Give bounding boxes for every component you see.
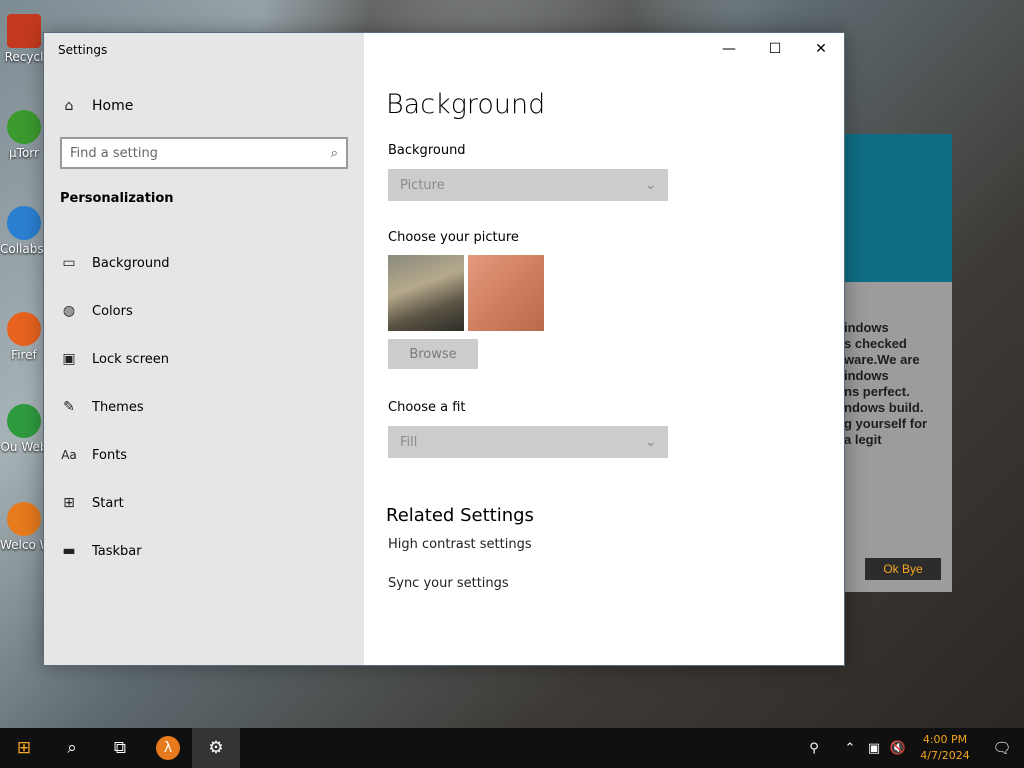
maximize-button[interactable]: ☐	[752, 33, 798, 65]
high-contrast-link[interactable]: High contrast settings	[388, 537, 532, 552]
desktop-icon-firefox[interactable]: Firef	[0, 312, 48, 362]
sidebar-item-colors[interactable]: ◍ Colors	[60, 287, 170, 335]
related-settings-title: Related Settings	[386, 505, 534, 526]
chevron-up-icon[interactable]: ⌃	[838, 741, 862, 756]
sidebar: Settings ⌂ Home ⌕ Personalization ▭ Back…	[44, 33, 364, 665]
taskbar-icon: ▬	[62, 543, 76, 559]
chevron-down-icon: ⌄	[645, 177, 656, 193]
desktop-icon-recycle[interactable]: Recycl	[0, 14, 48, 64]
search-box[interactable]: ⌕	[60, 137, 348, 169]
search-icon: ⌕	[67, 738, 77, 758]
picture-icon: ▭	[62, 255, 76, 271]
close-icon: ✕	[815, 41, 827, 57]
sidebar-item-background[interactable]: ▭ Background	[60, 239, 169, 287]
clock[interactable]: 4:00 PM 4/7/2024	[916, 732, 974, 764]
page-title: Background	[386, 89, 546, 120]
clock-date: 4/7/2024	[920, 749, 970, 762]
sidebar-item-taskbar[interactable]: ▬ Taskbar	[60, 527, 170, 575]
sidebar-item-lock-screen[interactable]: ▣ Lock screen	[60, 335, 170, 383]
sync-settings-link[interactable]: Sync your settings	[388, 576, 509, 591]
system-tray: ⚲ ⌃ ▣ 🔇 4:00 PM 4/7/2024 🗨	[802, 728, 1024, 768]
home-label: Home	[92, 98, 134, 114]
windows-logo-icon: ⊞	[16, 738, 32, 758]
minimize-button[interactable]: —	[706, 33, 752, 65]
firefox-icon	[7, 312, 41, 346]
themes-icon: ✎	[63, 399, 75, 415]
task-view-icon: ⧉	[113, 738, 127, 758]
desktop-icon-utorrent[interactable]: µTorr	[0, 110, 48, 160]
search-input[interactable]	[70, 145, 331, 161]
globe-icon	[7, 206, 41, 240]
network-icon[interactable]: ▣	[862, 741, 886, 756]
browse-button[interactable]: Browse	[388, 339, 478, 369]
lock-screen-icon: ▣	[62, 351, 76, 367]
popup-header	[844, 134, 952, 282]
task-view-button[interactable]: ⧉	[96, 728, 144, 768]
nav-list: ▭ Background ◍ Colors ▣ Lock screen ✎ Th…	[60, 239, 170, 575]
sidebar-item-start[interactable]: ⊞ Start	[60, 479, 170, 527]
ok-bye-button[interactable]: Ok Bye	[865, 558, 941, 580]
maximize-icon: ☐	[768, 41, 782, 57]
minimize-icon: —	[722, 41, 736, 57]
half-life-icon	[7, 502, 41, 536]
gear-icon: ⚙	[208, 738, 224, 758]
search-button[interactable]: ⌕	[48, 728, 96, 768]
start-icon: ⊞	[63, 495, 75, 511]
desktop-icon-web[interactable]: Ou Web	[0, 404, 48, 454]
people-icon[interactable]: ⚲	[802, 741, 826, 756]
background-dropdown[interactable]: Picture ⌄	[388, 169, 668, 201]
choose-picture-label: Choose your picture	[388, 230, 519, 245]
background-value: Picture	[400, 177, 445, 193]
search-icon[interactable]: ⌕	[331, 146, 338, 161]
sidebar-item-themes[interactable]: ✎ Themes	[60, 383, 170, 431]
nav-home[interactable]: ⌂ Home	[60, 97, 134, 115]
palette-icon: ◍	[62, 303, 76, 319]
section-title: Personalization	[60, 191, 174, 206]
utorrent-icon	[7, 110, 41, 144]
notification-icon[interactable]: 🗨	[980, 739, 1024, 757]
half-life-taskbar-button[interactable]: λ	[144, 728, 192, 768]
home-icon: ⌂	[64, 98, 74, 114]
desktop-icon-welcome[interactable]: Welco Windo	[0, 502, 48, 552]
web-icon	[7, 404, 41, 438]
desktop-icon-collabs[interactable]: Collabs Spon	[0, 206, 48, 256]
background-popup: indows s checked ware.We are indows ns p…	[844, 134, 952, 592]
taskbar: ⊞ ⌕ ⧉ λ ⚙ ⚲ ⌃ ▣ 🔇 4:00 PM 4/7/2024 🗨	[0, 728, 1024, 768]
close-button[interactable]: ✕	[798, 33, 844, 65]
volume-muted-icon[interactable]: 🔇	[886, 741, 910, 756]
fit-value: Fill	[400, 434, 418, 450]
recycle-bin-icon	[7, 14, 41, 48]
picture-thumbnail-1[interactable]	[388, 255, 464, 331]
fit-label: Choose a fit	[388, 400, 466, 415]
settings-window: Settings ⌂ Home ⌕ Personalization ▭ Back…	[43, 32, 845, 666]
background-label: Background	[388, 143, 466, 158]
half-life-icon: λ	[156, 736, 180, 760]
window-controls: — ☐ ✕	[706, 33, 844, 65]
chevron-down-icon: ⌄	[645, 434, 656, 450]
start-button[interactable]: ⊞	[0, 728, 48, 768]
fonts-icon: Aa	[61, 448, 77, 462]
fit-dropdown[interactable]: Fill ⌄	[388, 426, 668, 458]
picture-thumbnail-2[interactable]	[468, 255, 544, 331]
clock-time: 4:00 PM	[922, 733, 968, 746]
popup-text: indows s checked ware.We are indows ns p…	[844, 320, 928, 447]
window-title: Settings	[58, 43, 108, 57]
settings-taskbar-button[interactable]: ⚙	[192, 728, 240, 768]
sidebar-item-fonts[interactable]: Aa Fonts	[60, 431, 170, 479]
